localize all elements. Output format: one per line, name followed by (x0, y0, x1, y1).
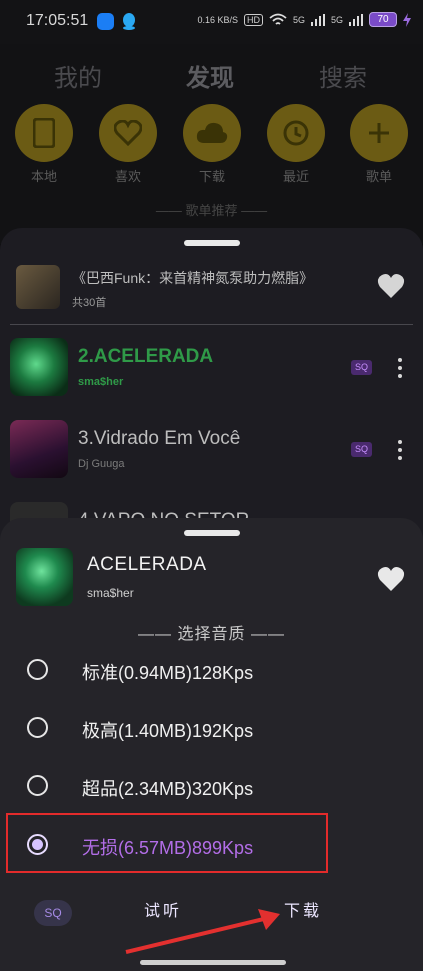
song-row[interactable]: 3.Vidrado Em Você Dj Guuga SQ (0, 420, 423, 502)
quality-song-header: ACELERADA sma$her (0, 546, 423, 610)
quality-option-super[interactable]: 超品(2.34MB)320Kps (0, 758, 423, 816)
shortcut-label: 下载 (198, 169, 225, 184)
sheet-drag-handle[interactable] (184, 530, 240, 536)
shortcut-local[interactable]: 本地 (14, 104, 74, 185)
shortcut-recent[interactable]: 最近 (266, 104, 326, 185)
status-time: 17:05:51 (26, 12, 89, 29)
playlist-count: 共30首 (72, 297, 107, 309)
phone-icon (15, 104, 73, 162)
heart-icon (99, 104, 157, 162)
signal-sim1: 5G (292, 14, 305, 25)
status-right: 0.16 KB/S HD 5G 5G 70 (197, 12, 411, 27)
tab-discover[interactable]: 发现 (186, 58, 234, 93)
more-options-icon[interactable] (396, 440, 404, 460)
tab-search[interactable]: 搜索 (319, 58, 367, 93)
heart-icon[interactable] (377, 566, 405, 592)
quality-section-title: —— 选择音质 —— (138, 626, 285, 643)
hd-icon: HD (243, 13, 263, 26)
home-indicator[interactable] (140, 960, 286, 965)
quality-option-label: 标准(0.94MB)128Kps (82, 663, 254, 683)
shortcut-playlist[interactable]: 歌单 (349, 104, 409, 185)
notification-app-icon (97, 13, 114, 30)
quality-option-standard[interactable]: 标准(0.94MB)128Kps (0, 642, 423, 700)
shortcut-row: 本地 喜欢 下载 最近 歌单 (0, 104, 423, 184)
radio-button[interactable] (27, 659, 48, 680)
signal-bars-icon (310, 13, 325, 26)
song-cover (16, 548, 73, 606)
song-cover (10, 338, 68, 396)
song-title: 2.ACELERADA (78, 346, 214, 367)
sheet-drag-handle[interactable] (184, 240, 240, 246)
annotation-highlight-box (6, 813, 328, 873)
signal-sim2: 5G (330, 14, 343, 25)
playlist-header: 《巴西Funk：来首精神氮泵助力燃脂》 共30首 (0, 260, 423, 322)
song-title: 3.Vidrado Em Você (78, 428, 241, 449)
plus-icon (350, 104, 408, 162)
recommend-label: —— 歌单推荐 —— (155, 203, 268, 218)
radio-button[interactable] (27, 775, 48, 796)
tab-mine[interactable]: 我的 (54, 58, 102, 93)
quality-option-label: 超品(2.34MB)320Kps (82, 779, 254, 799)
background-discover-page: 我的 发现 搜索 本地 喜欢 下载 最近 歌单 —— 歌单推荐 —— (0, 44, 423, 244)
annotation-arrow-icon (125, 909, 280, 954)
qq-notification-icon (123, 13, 135, 30)
sq-badge: SQ (351, 442, 372, 457)
song-name: ACELERADA (87, 554, 207, 575)
song-cover (10, 420, 68, 478)
net-speed: 0.16 KB/S (197, 14, 238, 25)
radio-button[interactable] (27, 717, 48, 738)
shortcut-favorites[interactable]: 喜欢 (98, 104, 158, 185)
more-options-icon[interactable] (396, 358, 404, 378)
quality-option-label: 极高(1.40MB)192Kps (82, 721, 254, 741)
battery-indicator: 70 (369, 12, 397, 27)
shortcut-label: 歌单 (365, 169, 392, 184)
song-artist: sma$her (78, 376, 124, 388)
shortcut-label: 最近 (282, 169, 309, 184)
shortcut-download[interactable]: 下载 (182, 104, 242, 185)
wifi-icon (269, 13, 287, 25)
status-bar: 17:05:51 0.16 KB/S HD 5G 5G 70 (0, 0, 423, 44)
song-artist: Dj Guuga (78, 458, 125, 470)
song-artist: sma$her (87, 586, 134, 600)
quality-option-high[interactable]: 极高(1.40MB)192Kps (0, 700, 423, 758)
cloud-download-icon (183, 104, 241, 162)
shortcut-label: 本地 (30, 169, 57, 184)
signal-bars-icon (349, 13, 363, 26)
top-tabs: 我的 发现 搜索 (0, 58, 423, 92)
sq-badge: SQ (351, 360, 372, 375)
history-icon (267, 104, 325, 162)
song-row[interactable]: 2.ACELERADA sma$her SQ (0, 338, 423, 420)
sq-toggle[interactable]: SQ (34, 900, 72, 926)
shortcut-label: 喜欢 (114, 169, 141, 184)
playlist-title: 《巴西Funk：来首精神氮泵助力燃脂》 (72, 270, 314, 286)
divider (10, 324, 413, 325)
heart-icon[interactable] (377, 273, 405, 299)
charging-icon (403, 12, 411, 27)
playlist-cover (16, 265, 60, 309)
